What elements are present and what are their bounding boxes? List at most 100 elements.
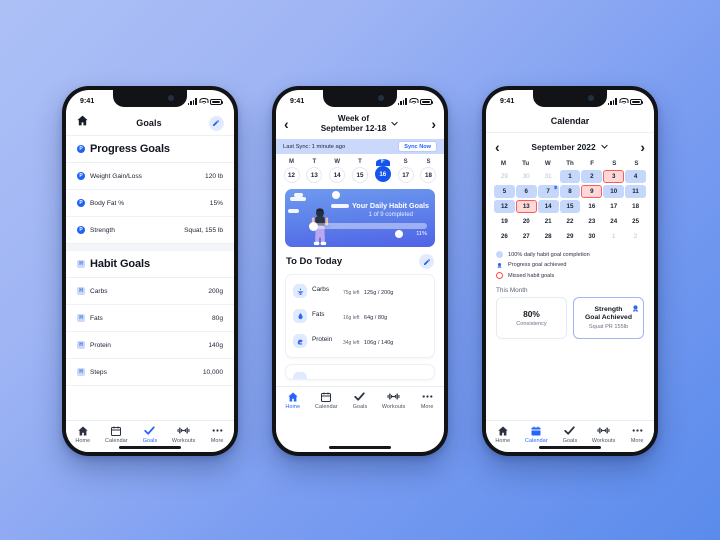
week-day[interactable]: S 17	[397, 159, 414, 184]
tab-goals[interactable]: Goals	[554, 424, 586, 444]
stat-card-strength-goal[interactable]: Strength Goal Achieved Squat PR 155lb	[573, 297, 644, 339]
goal-row-bodyfat[interactable]: P Body Fat % 15%	[66, 190, 234, 217]
goal-row-protein[interactable]: H Protein 140g	[66, 332, 234, 359]
edit-goals-button[interactable]	[208, 115, 224, 131]
section-header-progress-goals: P Progress Goals	[66, 136, 234, 163]
calendar-icon	[320, 390, 332, 403]
tab-goals[interactable]: Goals	[344, 390, 376, 410]
calendar-day[interactable]: 11	[625, 185, 646, 198]
week-title-line2: September 12-18	[320, 124, 387, 134]
calendar-day[interactable]: 2	[581, 170, 603, 183]
chevron-left-icon[interactable]: ‹	[284, 117, 289, 131]
calendar-day[interactable]: 1	[603, 230, 624, 243]
week-title-group[interactable]: Week of September 12-18	[321, 114, 400, 134]
calendar-day[interactable]: 8	[559, 185, 581, 198]
front-camera-icon	[588, 94, 594, 101]
chevron-left-icon[interactable]: ‹	[495, 139, 500, 155]
home-icon[interactable]	[76, 114, 89, 132]
tab-home[interactable]: Home	[277, 390, 309, 410]
calendar-day-missed[interactable]: 13	[515, 200, 537, 213]
calendar-day[interactable]: 19	[494, 215, 515, 228]
goal-row-carbs[interactable]: H Carbs 200g	[66, 278, 234, 305]
calendar-day[interactable]: 23	[581, 215, 602, 228]
calendar-day[interactable]: 29	[560, 230, 581, 243]
calendar-day[interactable]: 2	[625, 230, 646, 243]
chevron-right-icon[interactable]: ›	[431, 117, 436, 131]
calendar-day[interactable]: 30	[581, 230, 602, 243]
sync-now-button[interactable]: Sync Now	[398, 141, 437, 153]
calendar-day[interactable]: 24	[603, 215, 624, 228]
dow-label: W	[544, 160, 551, 167]
calendar-day[interactable]: 30	[516, 170, 537, 183]
edit-todo-button[interactable]	[419, 254, 434, 270]
calendar-day[interactable]: 17	[603, 200, 624, 213]
macro-row-carbs[interactable]: Carbs 75g left 125g / 200g	[293, 281, 427, 299]
week-title-line1: Week of	[337, 114, 370, 123]
month-selector[interactable]: September 2022	[531, 142, 608, 153]
page-title: Calendar	[486, 111, 654, 133]
week-day[interactable]: W 14	[329, 159, 346, 184]
calendar-day-missed[interactable]: 9	[581, 185, 603, 198]
calendar-day[interactable]: 22	[560, 215, 581, 228]
goal-row-strength[interactable]: P Strength Squat, 155 lb	[66, 217, 234, 244]
tab-home[interactable]: Home	[487, 424, 519, 444]
week-day[interactable]: S 18	[420, 159, 437, 184]
week-day-selected[interactable]: F 16	[374, 159, 391, 183]
calendar-day[interactable]: 25	[625, 215, 646, 228]
tab-calendar[interactable]: Calendar	[100, 424, 132, 444]
stat-card-consistency[interactable]: 80% Consistency	[496, 297, 567, 339]
calendar-day[interactable]: 27	[516, 230, 537, 243]
calendar-day[interactable]: 26	[494, 230, 515, 243]
daily-habit-goals-banner[interactable]: Your Daily Habit Goals 1 of 9 completed …	[285, 189, 435, 248]
calendar-day[interactable]: 10	[603, 185, 625, 198]
progress-badge-icon: P	[77, 145, 85, 153]
tab-more[interactable]: More	[201, 424, 233, 444]
week-day[interactable]: M 12	[283, 159, 300, 184]
tab-calendar[interactable]: Calendar	[520, 424, 552, 444]
habit-badge-icon: H	[77, 368, 85, 376]
battery-icon	[630, 98, 644, 105]
calendar-day[interactable]: 29	[494, 170, 515, 183]
tab-more[interactable]: More	[411, 390, 443, 410]
calendar-day[interactable]: 15	[559, 200, 581, 213]
calendar-day[interactable]: 12	[494, 200, 515, 213]
calendar-day[interactable]: 1	[559, 170, 581, 183]
tab-home[interactable]: Home	[67, 424, 99, 444]
week-day-number: 15	[351, 167, 368, 184]
week-day-letter: F	[375, 159, 390, 167]
tab-more[interactable]: More	[621, 424, 653, 444]
tab-workouts[interactable]: Workouts	[378, 390, 410, 410]
tab-label: Home	[285, 404, 301, 411]
calendar-day[interactable]: 21	[538, 215, 559, 228]
calendar-day[interactable]: 14	[537, 200, 559, 213]
goal-row-steps[interactable]: H Steps 10,000	[66, 359, 234, 386]
calendar-day[interactable]: 18	[625, 200, 646, 213]
calendar-day[interactable]: 20	[516, 215, 537, 228]
chevron-down-icon[interactable]	[600, 142, 609, 153]
week-day[interactable]: T 15	[351, 159, 368, 184]
macro-row-fats[interactable]: Fats 16g left 64g / 80g	[293, 306, 427, 324]
tab-workouts[interactable]: Workouts	[588, 424, 620, 444]
calendar-day[interactable]: 16	[581, 200, 602, 213]
calendar-day[interactable]: 28	[538, 230, 559, 243]
goal-row-fats[interactable]: H Fats 80g	[66, 305, 234, 332]
tab-goals[interactable]: Goals	[134, 424, 166, 444]
chevron-down-icon[interactable]	[390, 115, 399, 133]
calendar-day-pr[interactable]: 7 ♛	[537, 185, 559, 198]
next-card-partial[interactable]	[285, 364, 435, 381]
week-day[interactable]: T 13	[306, 159, 323, 184]
this-month-label: This Month	[496, 287, 528, 294]
calendar-day[interactable]: 31	[538, 170, 559, 183]
tab-calendar[interactable]: Calendar	[310, 390, 342, 410]
fats-icon	[293, 309, 307, 324]
calendar-day[interactable]: 4	[625, 170, 646, 183]
tab-workouts[interactable]: Workouts	[168, 424, 200, 444]
week-day-letter: T	[358, 159, 362, 166]
calendar-day[interactable]: 6	[515, 185, 537, 198]
macro-row-protein[interactable]: Protein 34g left 106g / 140g	[293, 331, 427, 349]
goal-row-weight[interactable]: P Weight Gain/Loss 120 lb	[66, 163, 234, 190]
wifi-icon	[409, 98, 418, 105]
chevron-right-icon[interactable]: ›	[640, 139, 645, 155]
calendar-day[interactable]: 5	[494, 185, 515, 198]
calendar-day-missed[interactable]: 3	[603, 170, 625, 183]
